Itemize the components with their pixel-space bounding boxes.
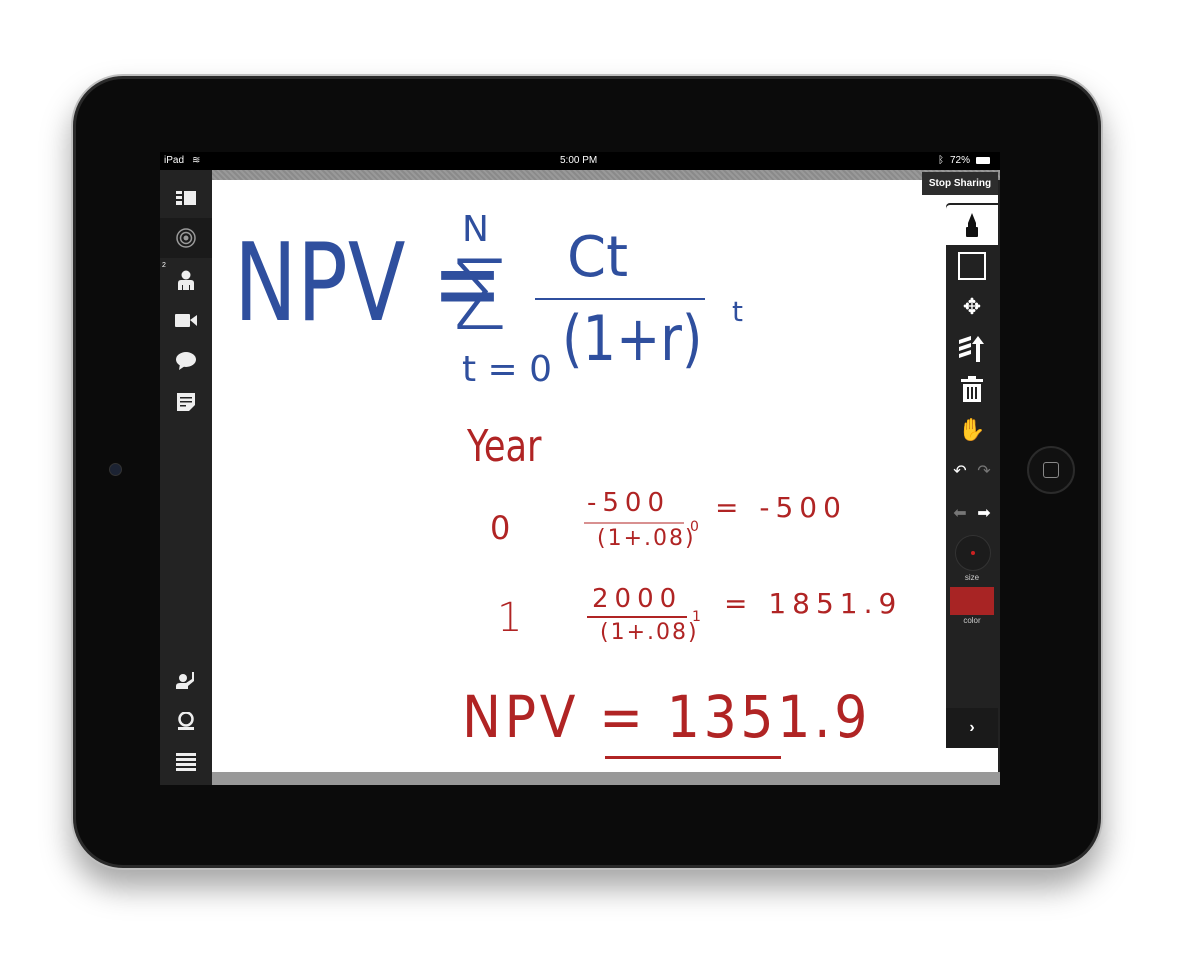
npv-answer: NPV = 1351.9 [462,683,872,751]
answer-underline [605,756,781,759]
row-exponent: 1 [692,609,701,625]
canvas-bottom-bar [212,772,1000,785]
row-result: = -500 [715,491,847,524]
size-picker[interactable] [955,535,991,571]
sidebar: 2 [160,170,212,785]
color-picker[interactable] [950,587,994,615]
square-icon [958,252,986,280]
video-camera-icon [175,313,197,327]
menu-button[interactable] [160,742,212,782]
move-tool-button[interactable]: ✥ [946,287,998,327]
share-button[interactable] [160,218,212,258]
chat-bubble-icon [176,352,196,370]
clock: 5:00 PM [560,155,598,166]
panel-icon [176,191,196,205]
chevron-right-icon: › [969,719,975,736]
chat-button[interactable] [160,341,212,381]
sum-lower: t = 0 [462,349,553,390]
drawing-toolbar: ✥ ✋ ↶ ↷ ⬅ ➡ size color › [946,203,998,748]
move-arrows-icon: ✥ [962,294,982,319]
row-numerator: 2000 [592,584,683,614]
status-bar: iPad ≋ 5:00 PM ᛒ 72% [160,152,1000,170]
fraction-line [535,298,705,300]
size-label: size [964,573,980,582]
pen-tool-button[interactable] [946,205,998,245]
canvas-top-bar [212,170,1000,180]
row-exponent: 0 [690,519,699,535]
notes-button[interactable] [160,382,212,422]
webcam-icon [178,712,194,730]
row-year: 0 [490,509,511,547]
whiteboard-canvas[interactable]: NPV = N Σ t = 0 Ct (1+r) t Year 0 -500 (… [212,180,998,772]
bring-to-front-icon [959,336,984,362]
delete-tool-button[interactable] [946,369,998,409]
video-button[interactable] [160,300,212,340]
battery-percent: 72% [950,155,971,166]
bluetooth-icon: ᛒ [938,155,944,166]
raise-hand-button[interactable] [160,660,212,700]
year-label: Year [467,421,542,472]
notes-icon [177,393,195,411]
screen: iPad ≋ 5:00 PM ᛒ 72% 2 NPV = N Σ t = 0 C… [160,152,1000,785]
layer-tool-button[interactable] [946,328,998,368]
trash-icon [961,376,983,402]
home-button[interactable] [1027,446,1075,494]
sum-symbol: Σ [448,240,509,352]
wifi-icon: ≋ [192,155,201,166]
battery-icon [976,157,990,164]
shape-tool-button[interactable] [946,246,998,286]
denominator: (1+r) [562,302,703,375]
arrow-right-icon: ➡ [977,505,991,522]
row-denominator: (1+.08) [597,526,696,551]
panel-toggle-button[interactable] [160,178,212,218]
collapse-toolbar-button[interactable]: › [946,708,998,748]
row-fraction-line [587,616,687,618]
stop-sharing-button[interactable]: Stop Sharing [922,172,998,195]
raise-hand-icon [176,672,194,689]
front-camera [109,463,122,476]
webcam-button[interactable] [160,701,212,741]
row-denominator: (1+.08) [600,620,699,645]
pan-tool-button[interactable]: ✋ [946,410,998,450]
redo-icon: ↷ [977,463,991,480]
marker-icon [966,213,978,237]
broadcast-icon [176,228,196,248]
row-result: = 1851.9 [724,587,903,620]
person-icon [178,270,194,290]
row-year: 1 [497,595,523,641]
home-icon [1043,462,1059,478]
next-page-button[interactable]: ➡ [958,493,1000,533]
row-numerator: -500 [587,488,671,518]
hand-icon: ✋ [958,417,986,442]
exponent: t [732,295,743,328]
redo-button[interactable]: ↷ [958,451,1000,491]
row-fraction-line [584,522,684,524]
size-dot [971,551,975,555]
device-name: iPad [164,155,185,166]
numerator: Ct [567,225,629,290]
participants-button[interactable] [160,260,212,300]
color-label: color [963,616,981,625]
hamburger-icon [176,753,196,771]
